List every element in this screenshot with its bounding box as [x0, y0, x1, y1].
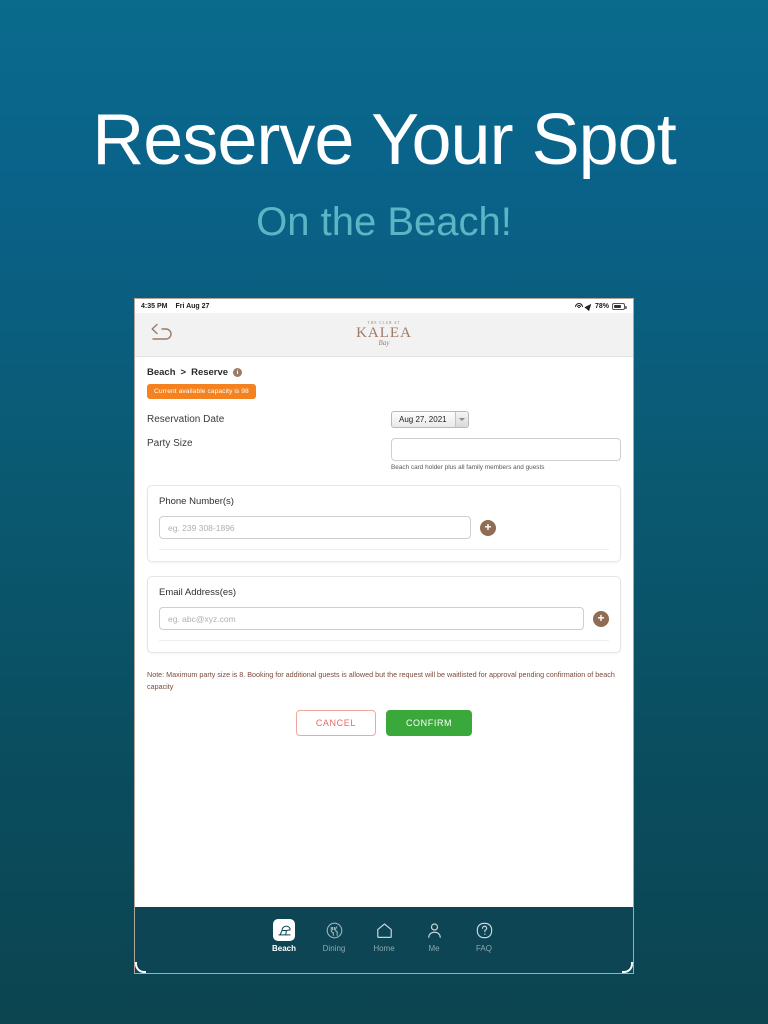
bottom-navigation: Beach Dining Home Me FAQ [135, 907, 633, 973]
beach-chair-icon [265, 918, 303, 942]
app-header: THE CLUB AT KALEA Bay [135, 313, 633, 357]
phone-card-title: Phone Number(s) [159, 496, 234, 507]
confirm-button[interactable]: CONFIRM [385, 710, 473, 737]
nav-label-me: Me [428, 944, 440, 953]
battery-percent: 78% [594, 302, 609, 310]
breadcrumb: Beach > Reserve i [147, 367, 621, 378]
logo-subname: Bay [378, 339, 390, 348]
nav-item-faq[interactable]: FAQ [465, 918, 503, 953]
nav-label-beach: Beach [271, 944, 296, 953]
nav-item-beach[interactable]: Beach [265, 918, 303, 953]
phone-card: Phone Number(s) + [147, 485, 621, 562]
breadcrumb-current: Reserve [191, 367, 229, 378]
party-size-row: Party Size Beach card holder plus all fa… [147, 438, 621, 471]
nav-label-home: Home [373, 944, 395, 953]
reservation-date-select[interactable]: Aug 27, 2021 [391, 411, 469, 428]
cancel-button[interactable]: CANCEL [295, 710, 376, 737]
party-size-label: Party Size [147, 438, 193, 449]
dining-emblem-icon [315, 918, 353, 942]
email-input[interactable] [159, 607, 584, 630]
reservation-date-label: Reservation Date [147, 414, 225, 425]
breadcrumb-row: Beach > Reserve i Current available capa… [135, 357, 633, 399]
email-card-title: Email Address(es) [159, 587, 237, 598]
brand-logo: THE CLUB AT KALEA Bay [356, 321, 412, 348]
add-phone-plus-icon[interactable]: + [480, 519, 496, 536]
action-button-row: CANCEL CONFIRM [147, 710, 621, 737]
reservation-date-row: Reservation Date Aug 27, 2021 [147, 411, 621, 428]
phone-input-row: + [159, 516, 609, 550]
nav-label-dining: Dining [322, 944, 346, 953]
chevron-down-icon [454, 412, 468, 427]
email-card-spacer [159, 641, 609, 652]
hero-section: Reserve Your Spot On the Beach! [0, 0, 768, 242]
nav-label-faq: FAQ [475, 944, 492, 953]
question-circle-icon [465, 918, 503, 942]
email-card: Email Address(es) + [147, 576, 621, 653]
status-date: Fri Aug 27 [175, 302, 210, 310]
wifi-icon [574, 302, 583, 310]
home-icon [365, 918, 403, 942]
add-email-plus-icon[interactable]: + [593, 610, 609, 627]
back-arrow-icon[interactable] [148, 322, 174, 346]
nav-item-me[interactable]: Me [415, 918, 453, 953]
nav-item-dining[interactable]: Dining [315, 918, 353, 953]
status-time: 4:35 PM [141, 302, 168, 310]
breadcrumb-separator: > [180, 367, 187, 378]
info-icon[interactable]: i [233, 368, 243, 377]
tablet-device-frame: 4:35 PM Fri Aug 27 78% THE CLUB AT KALEA… [134, 298, 634, 974]
party-size-helper: Beach card holder plus all family member… [391, 464, 545, 471]
page-title: Reserve Your Spot [92, 100, 676, 180]
person-icon [415, 918, 453, 942]
phone-card-spacer [159, 550, 609, 561]
breadcrumb-parent[interactable]: Beach [147, 367, 176, 378]
reservation-date-value: Aug 27, 2021 [399, 415, 447, 424]
capacity-badge: Current available capacity is 98 [147, 384, 256, 399]
battery-icon [612, 302, 627, 310]
reserve-page: Beach > Reserve i Current available capa… [135, 357, 633, 923]
phone-input[interactable] [159, 516, 471, 539]
location-arrow-icon [584, 301, 594, 311]
max-party-note: Note: Maximum party size is 8. Booking f… [147, 670, 615, 691]
nav-item-home[interactable]: Home [365, 918, 403, 953]
status-bar: 4:35 PM Fri Aug 27 78% [135, 299, 633, 313]
reservation-form: Reservation Date Aug 27, 2021 Party Size… [135, 411, 633, 737]
party-size-input[interactable] [391, 438, 621, 461]
page-subtitle: On the Beach! [256, 200, 512, 244]
email-input-row: + [159, 607, 609, 641]
